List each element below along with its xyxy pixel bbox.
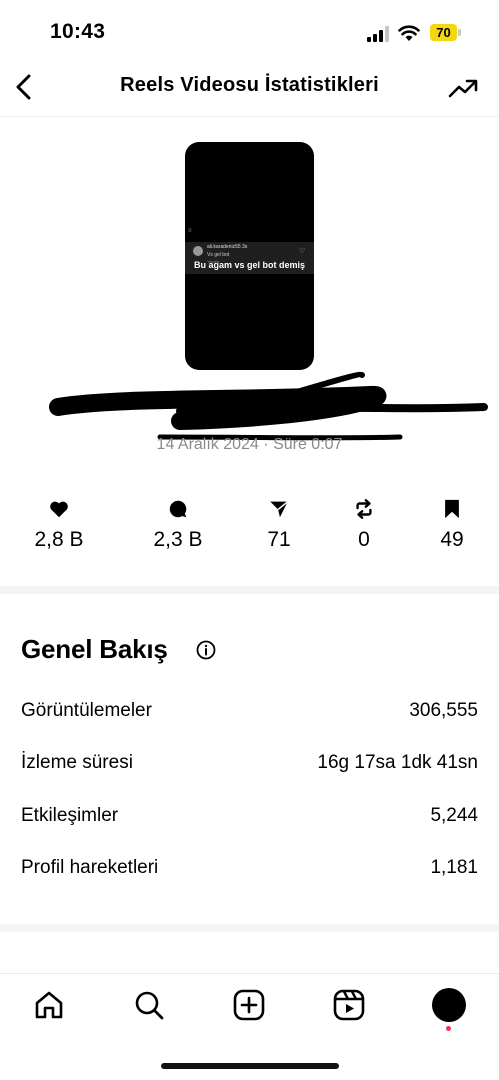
- stat-comments: 2,3 B: [133, 498, 223, 552]
- info-icon[interactable]: [196, 640, 216, 660]
- back-arrow-icon[interactable]: [10, 72, 40, 102]
- stat-reposts: 0: [319, 498, 409, 552]
- reel-heart-icon: ♡: [299, 248, 306, 255]
- post-date-duration: 14 Aralık 2024 · Süre 0:07: [156, 436, 343, 453]
- reel-thumbnail[interactable]: ≡ ali.karadeniz55 3s Vs gel bot Yanıtla …: [185, 142, 314, 370]
- overview-row-watch-time: İzleme süresi 16g 17sa 1dk 41sn: [21, 752, 478, 782]
- redaction-scribble: [49, 371, 488, 441]
- profile-activity-value: 1,181: [430, 857, 478, 878]
- reel-caption: Bu agam vs gel bot demiş: [193, 260, 306, 270]
- repost-icon: [356, 499, 372, 519]
- profile-activity-label: Profil hareketleri: [21, 857, 159, 878]
- stat-likes: 2,8 B: [14, 498, 104, 552]
- views-label: Görüntülemeler: [21, 700, 152, 721]
- section-divider: [0, 924, 499, 932]
- page-title: Reels Videosu İstatistikleri: [120, 74, 379, 96]
- nav-create[interactable]: [232, 988, 266, 1022]
- trending-icon[interactable]: [447, 75, 479, 101]
- section-divider: [0, 586, 499, 594]
- nav-reels[interactable]: [332, 988, 366, 1022]
- home-icon: [35, 991, 63, 1019]
- battery-level: 70: [436, 25, 451, 40]
- shares-count: 71: [267, 528, 291, 551]
- page-header: Reels Videosu İstatistikleri: [0, 60, 499, 117]
- add-post-icon: [233, 989, 265, 1021]
- views-value: 306,555: [409, 700, 478, 721]
- battery-indicator: 70: [430, 24, 462, 41]
- reels-icon: [333, 989, 365, 1021]
- engagement-stats: 2,8 B 2,3 B 71 0 49: [0, 498, 499, 558]
- share-icon: [270, 501, 289, 518]
- watch-time-label: İzleme süresi: [21, 752, 133, 773]
- reel-commenter-avatar: [193, 246, 203, 256]
- stat-saves: 49: [407, 498, 497, 552]
- comments-count: 2,3 B: [153, 528, 203, 551]
- comment-icon: [169, 500, 187, 518]
- heart-icon: [50, 501, 68, 518]
- notification-dot: [446, 1026, 451, 1031]
- watch-time-value: 16g 17sa 1dk 41sn: [317, 752, 478, 773]
- likes-count: 2,8 B: [34, 528, 84, 551]
- overview-title: Genel Bakış: [21, 634, 168, 664]
- reel-commenter-username: ali.karadeniz55 3s: [207, 244, 248, 250]
- nav-home[interactable]: [32, 988, 66, 1022]
- overview-row-interactions: Etkileşimler 5,244: [21, 805, 478, 835]
- status-time: 10:43: [50, 20, 106, 43]
- saves-count: 49: [440, 528, 464, 551]
- overview-row-profile-activity: Profil hareketleri 1,181: [21, 857, 478, 887]
- bottom-navigation: [0, 973, 499, 1044]
- stat-shares: 71: [234, 498, 324, 552]
- cellular-signal-icon: [367, 26, 389, 42]
- nav-search[interactable]: [132, 988, 166, 1022]
- status-bar: 10:43 70: [0, 0, 499, 60]
- wifi-icon: [398, 25, 420, 41]
- interactions-value: 5,244: [430, 805, 478, 826]
- reposts-count: 0: [358, 528, 370, 551]
- nav-profile-avatar[interactable]: [432, 988, 466, 1022]
- reel-comment-text: Vs gel bot: [207, 252, 230, 258]
- bookmark-icon: [445, 499, 459, 519]
- overview-row-views: Görüntülemeler 306,555: [21, 700, 478, 730]
- search-icon: [135, 991, 164, 1020]
- reel-menu-icon: ≡: [188, 228, 192, 234]
- interactions-label: Etkileşimler: [21, 805, 119, 826]
- home-indicator: [161, 1063, 339, 1069]
